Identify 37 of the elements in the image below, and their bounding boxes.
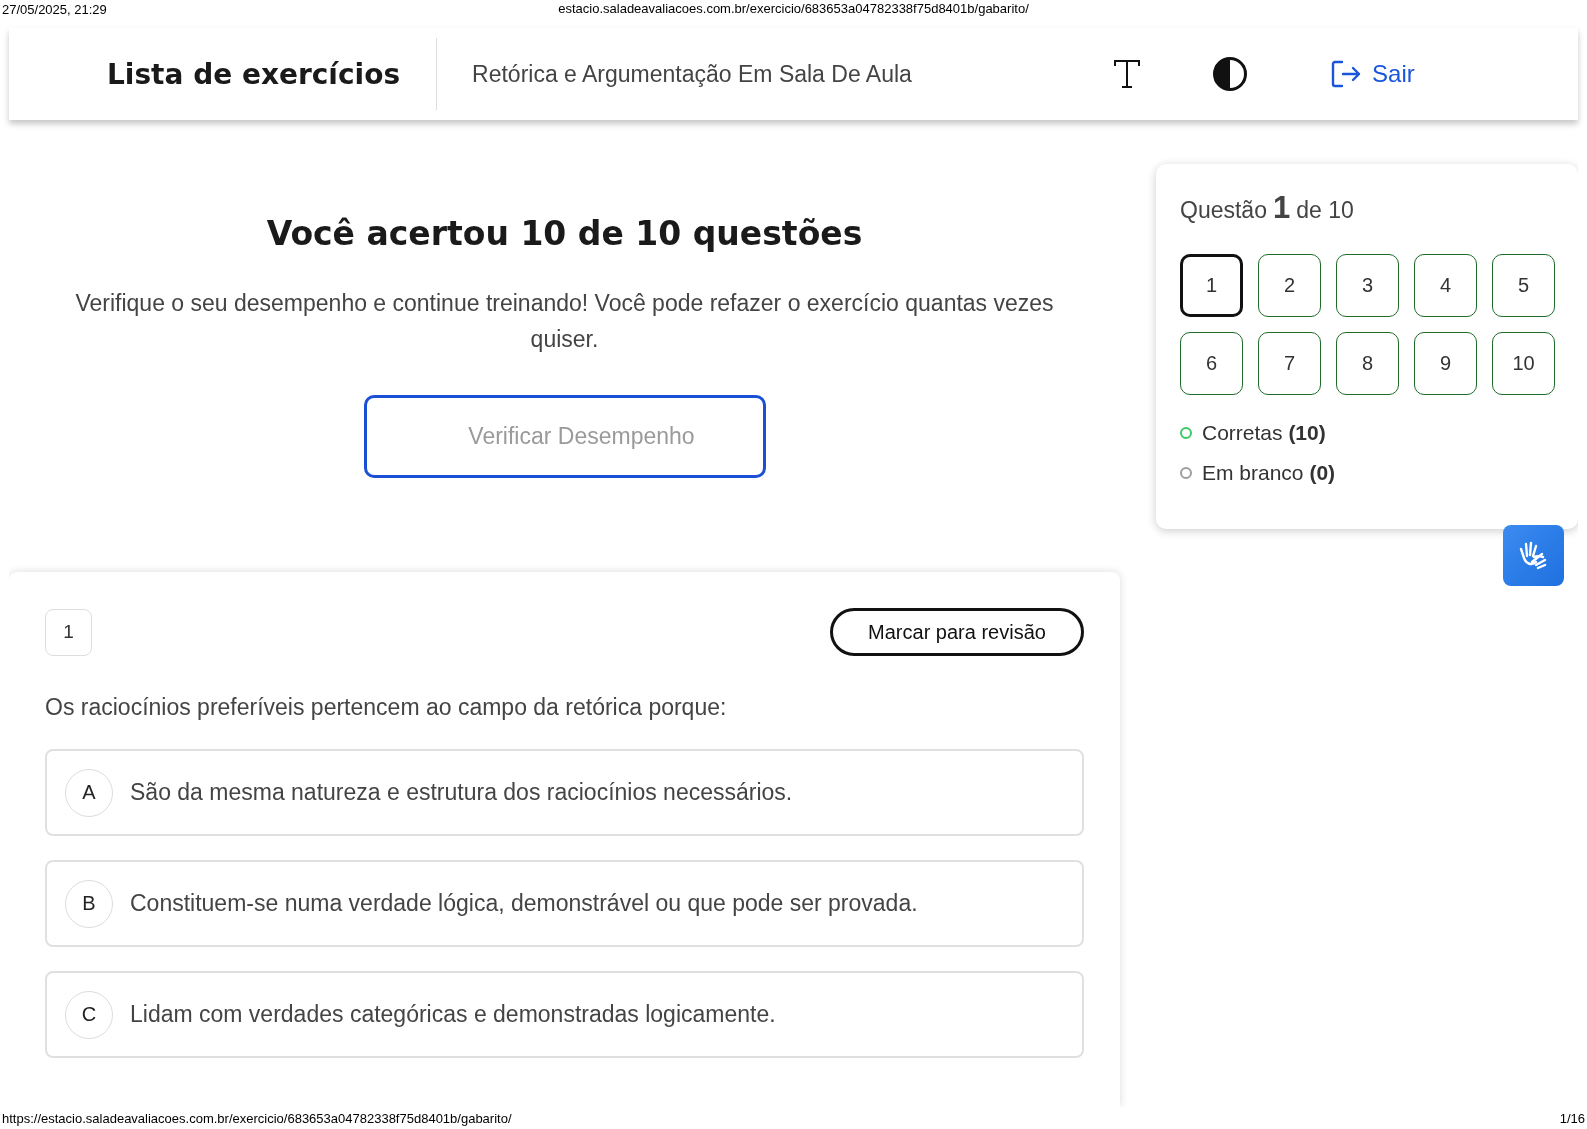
- result-message: Verifique o seu desempenho e continue treinando! Você pode refazer o exercício quantas vezes quiser.: [74, 289, 1055, 354]
- print-date: 27/05/2025, 21:29: [2, 1, 107, 17]
- current-question-number: 1: [1272, 190, 1291, 226]
- logout-icon: [1330, 59, 1363, 89]
- option-text: Constituem-se numa verdade lógica, demonstrável ou que pode ser provada.: [130, 890, 918, 917]
- question-button[interactable]: 8: [1336, 332, 1399, 395]
- question-button[interactable]: 1: [1180, 254, 1243, 317]
- question-button[interactable]: 3: [1336, 254, 1399, 317]
- question-button[interactable]: 5: [1492, 254, 1555, 317]
- counter-total: de 10: [1296, 197, 1354, 224]
- mark-review-button[interactable]: Marcar para revisão: [830, 608, 1084, 656]
- sign-language-button[interactable]: [1503, 525, 1564, 586]
- legend-label: Em branco (0): [1202, 461, 1336, 485]
- question-button[interactable]: 7: [1258, 332, 1321, 395]
- option-text: São da mesma natureza e estrutura dos raciocínios necessários.: [130, 779, 793, 806]
- question-button[interactable]: 9: [1414, 332, 1477, 395]
- question-statement: Os raciocínios preferíveis pertencem ao campo da retórica porque:: [45, 694, 728, 721]
- print-url: estacio.saladeavaliacoes.com.br/exercicio/683653a04782338f75d8401b/gabarito/: [558, 1, 1029, 16]
- contrast-icon[interactable]: [1212, 56, 1249, 92]
- question-button[interactable]: 10: [1492, 332, 1555, 395]
- option-text: Lidam com verdades categóricas e demonstradas logicamente.: [130, 1001, 776, 1028]
- question-number: 1: [45, 608, 92, 656]
- result-title: Você acertou 10 de 10 questões: [266, 214, 863, 253]
- answer-option[interactable]: C Lidam com verdades categóricas e demonstradas logicamente.: [45, 971, 1084, 1058]
- question-button[interactable]: 6: [1180, 332, 1243, 395]
- page-number: 1/16: [1559, 1110, 1585, 1126]
- counter-label: Questão: [1180, 197, 1267, 224]
- print-url: https://estacio.saladeavaliacoes.com.br/exercicio/683653a04782338f75d8401b/gabarito/: [2, 1110, 512, 1126]
- answer-option[interactable]: B Constituem-se numa verdade lógica, demonstrável ou que pode ser provada.: [45, 860, 1084, 947]
- font-size-icon[interactable]: [1112, 58, 1143, 90]
- question-button[interactable]: 4: [1414, 254, 1477, 317]
- question-button[interactable]: 2: [1258, 254, 1321, 317]
- course-subject: Retórica e Argumentação Em Sala De Aula: [472, 60, 913, 88]
- legend-label: Corretas (10): [1202, 421, 1326, 445]
- answer-option[interactable]: A São da mesma natureza e estrutura dos raciocínios necessários.: [45, 749, 1084, 836]
- logout-button[interactable]: Sair: [1330, 59, 1415, 89]
- page-title: Lista de exercícios: [107, 57, 402, 91]
